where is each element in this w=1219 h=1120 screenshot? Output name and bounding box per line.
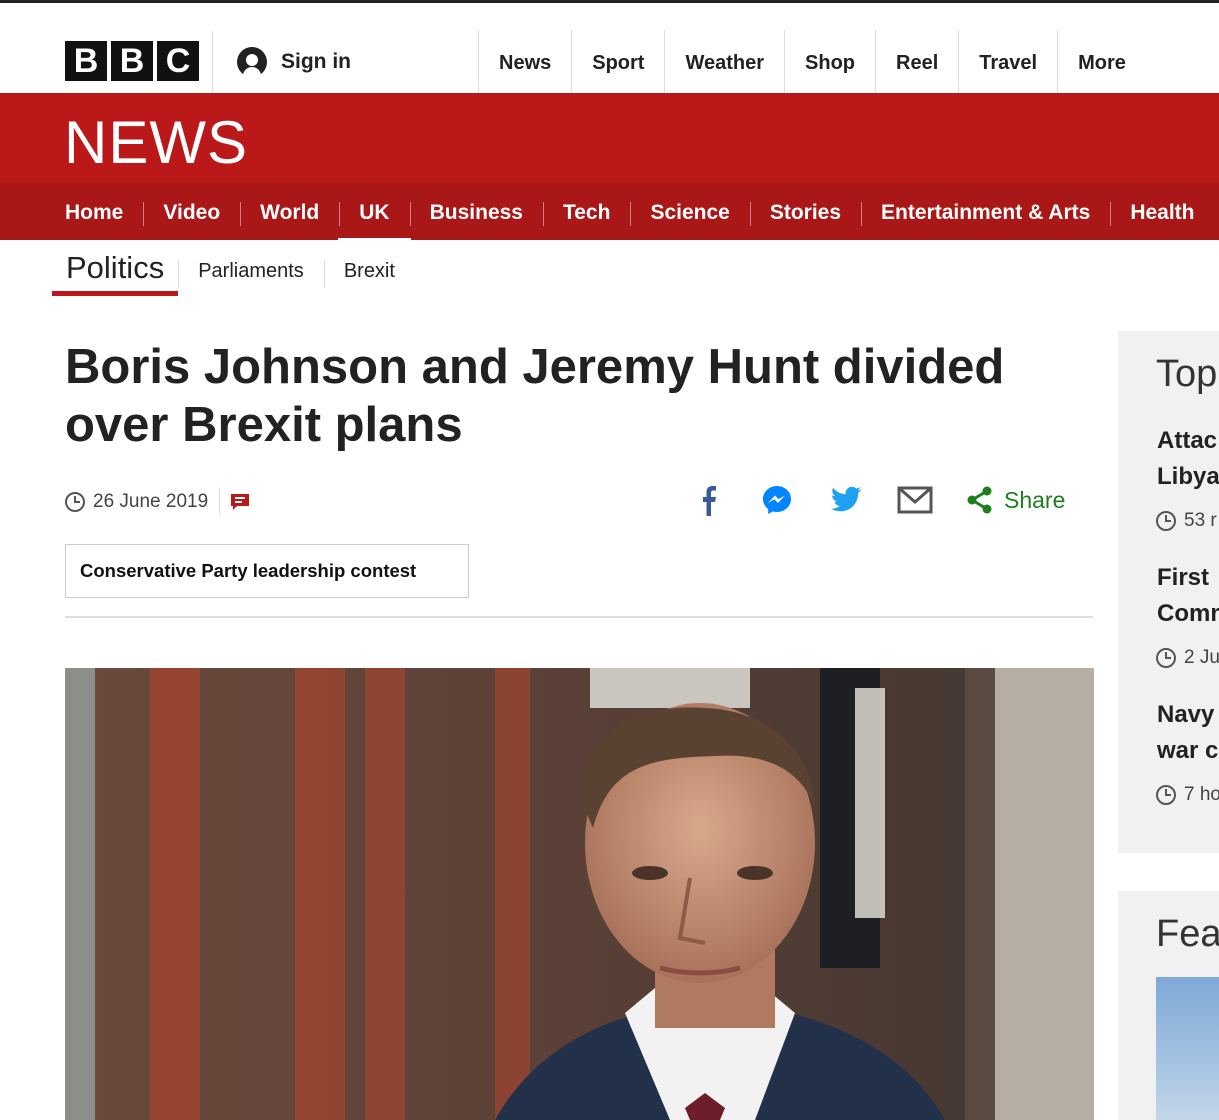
nav-stories[interactable]: Stories (749, 183, 861, 240)
article-hero-image (65, 668, 1094, 1120)
bbc-logo-letter: C (157, 41, 199, 81)
story-title-line: Navy (1157, 701, 1215, 728)
nav-science[interactable]: Science (630, 183, 749, 240)
top-stories-panel: Top Attac Libya 53 r First Comm 2 Ju Nav… (1118, 331, 1219, 853)
top-story-link[interactable]: Navy war c (1157, 697, 1219, 769)
share-button[interactable]: Share (1004, 487, 1065, 514)
nav-business[interactable]: Business (409, 183, 543, 240)
masthead-nav-more[interactable]: More (1057, 30, 1146, 96)
masthead-nav-travel[interactable]: Travel (958, 30, 1057, 96)
nav-tech[interactable]: Tech (542, 183, 630, 240)
story-title-line: war c (1157, 737, 1219, 764)
clock-icon (1156, 648, 1176, 668)
story-timestamp: 7 ho (1156, 784, 1219, 806)
article-divider (65, 616, 1093, 618)
features-panel: Fea (1118, 891, 1219, 1120)
twitter-icon[interactable] (828, 482, 864, 518)
masthead-nav-news[interactable]: News (478, 30, 571, 96)
masthead-nav-sport[interactable]: Sport (571, 30, 664, 96)
user-icon (237, 47, 267, 77)
news-banner: NEWS (0, 93, 1219, 183)
email-icon[interactable] (897, 482, 933, 518)
bbc-logo-letter: B (111, 41, 153, 81)
sign-in-label: Sign in (281, 50, 351, 73)
meta-divider (219, 489, 221, 515)
facebook-icon[interactable] (690, 482, 726, 518)
top-stories-title: Top (1156, 353, 1218, 395)
nav-entertainment-arts[interactable]: Entertainment & Arts (861, 183, 1110, 240)
features-title: Fea (1156, 913, 1219, 955)
story-timestamp: 2 Ju (1156, 647, 1219, 669)
subnav-parliaments[interactable]: Parliaments (178, 259, 324, 288)
clock-icon (1156, 785, 1176, 805)
article-date: 26 June 2019 (93, 491, 209, 512)
story-time: 2 Ju (1184, 647, 1219, 668)
sign-in-link[interactable]: Sign in (237, 47, 351, 77)
nav-world[interactable]: World (240, 183, 339, 240)
masthead-divider (212, 31, 213, 93)
article-meta: 26 June 2019 (65, 489, 250, 515)
story-timestamp: 53 r (1156, 510, 1217, 532)
topic-tag[interactable]: Conservative Party leadership contest (65, 544, 469, 598)
messenger-icon[interactable] (759, 482, 795, 518)
article-headline: Boris Johnson and Jeremy Hunt divided ov… (65, 340, 1005, 452)
nav-uk[interactable]: UK (338, 183, 411, 242)
subnav-politics[interactable]: Politics (52, 246, 179, 296)
clock-icon (1156, 511, 1176, 531)
bbc-masthead: B B C Sign in News Sport Weather Shop Re… (0, 3, 1219, 96)
news-logo[interactable]: NEWS (64, 108, 248, 177)
share-tools: Share (690, 482, 1065, 518)
subnav-brexit[interactable]: Brexit (323, 259, 415, 288)
bbc-logo[interactable]: B B C (65, 41, 199, 81)
share-icon[interactable] (966, 482, 994, 518)
bbc-logo-letter: B (65, 41, 107, 81)
masthead-nav: News Sport Weather Shop Reel Travel More (478, 30, 1146, 96)
masthead-nav-reel[interactable]: Reel (875, 30, 958, 96)
secondary-nav: Politics Parliaments Brexit (52, 246, 415, 296)
story-title-line: Libya (1157, 463, 1219, 490)
story-time: 7 ho (1184, 784, 1219, 805)
masthead-nav-shop[interactable]: Shop (784, 30, 875, 96)
story-title-line: Attac (1157, 427, 1218, 454)
story-time: 53 r (1184, 510, 1217, 531)
feature-image[interactable] (1156, 977, 1219, 1120)
story-title-line: Comm (1157, 600, 1219, 627)
clock-icon (65, 492, 85, 512)
comment-icon[interactable] (231, 493, 250, 511)
nav-video[interactable]: Video (143, 183, 240, 240)
masthead-nav-weather[interactable]: Weather (664, 30, 784, 96)
story-title-line: First (1157, 564, 1210, 591)
top-story-link[interactable]: First Comm (1157, 560, 1219, 632)
nav-health[interactable]: Health (1110, 183, 1214, 240)
main-nav: Home Video World UK Business Tech Scienc… (0, 183, 1219, 242)
top-story-link[interactable]: Attac Libya (1157, 423, 1219, 495)
nav-home[interactable]: Home (45, 183, 143, 240)
